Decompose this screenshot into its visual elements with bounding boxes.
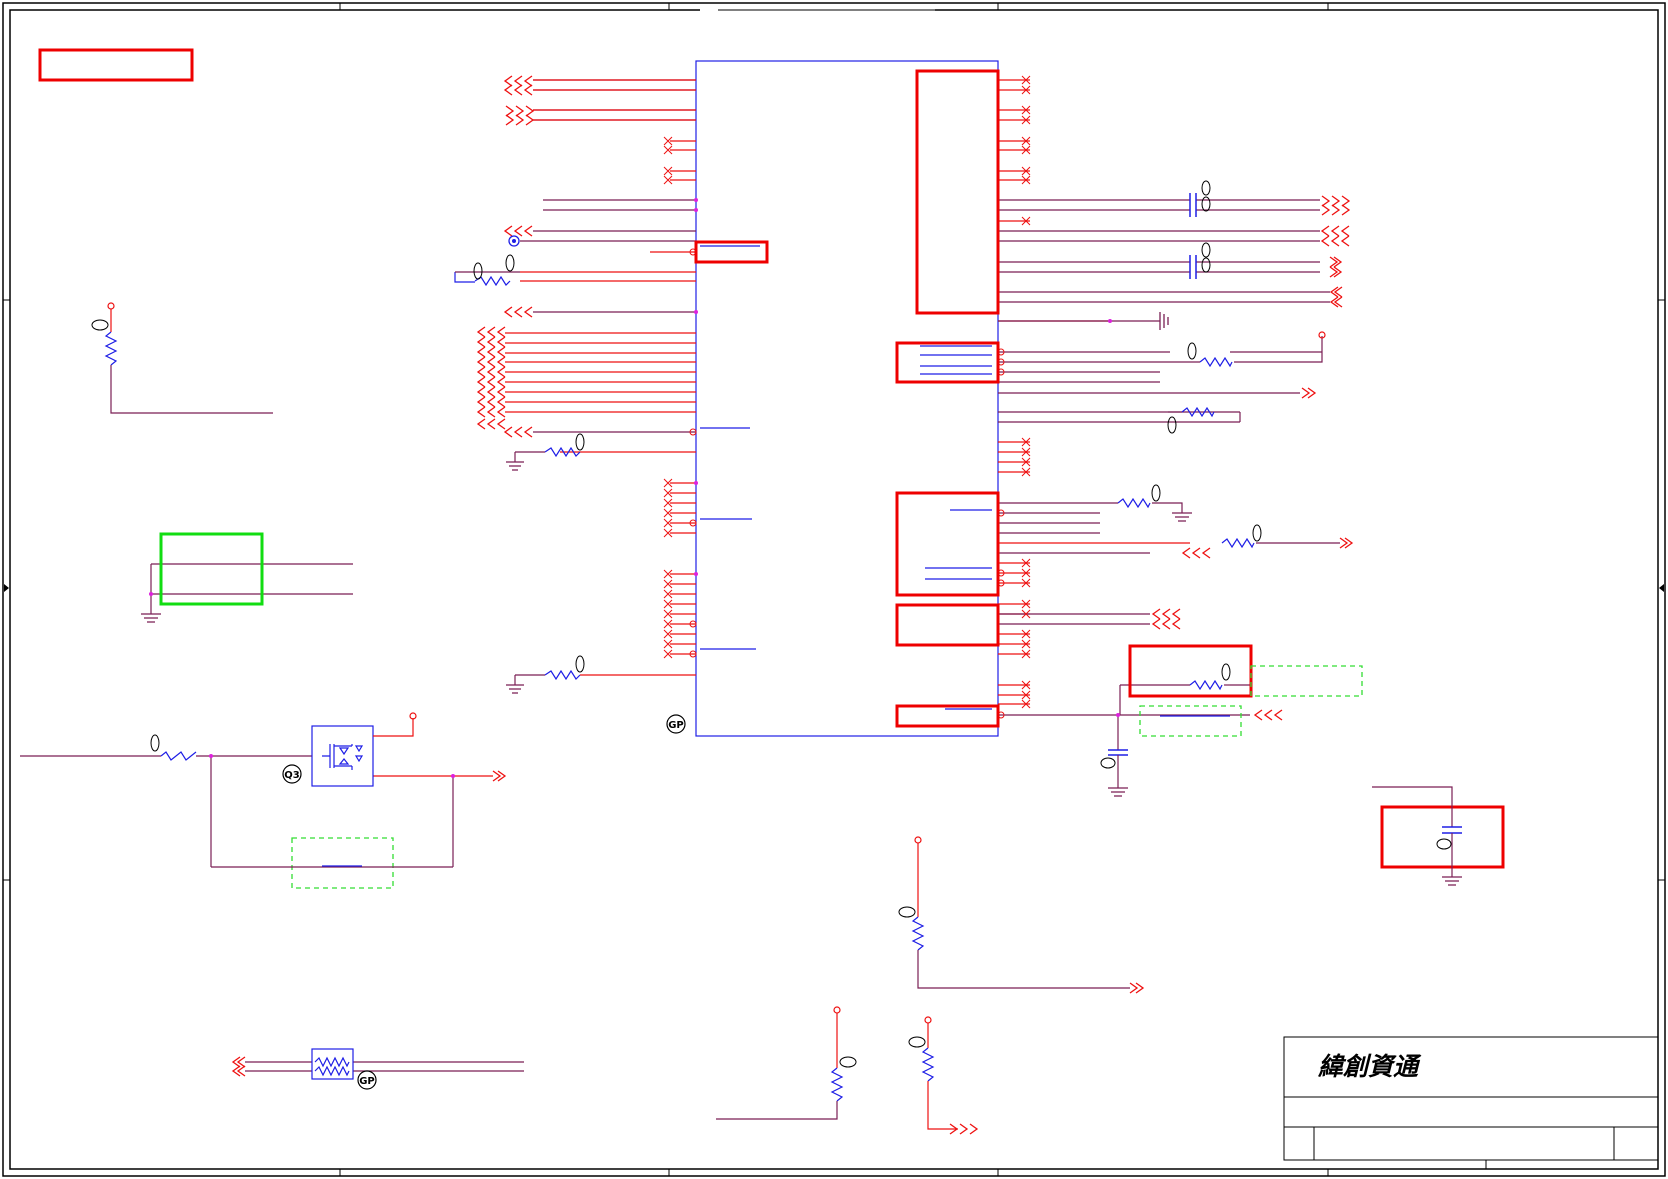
bottom-pullup-3	[908, 1016, 979, 1135]
transistor-tag: Q3	[282, 764, 302, 784]
left-pullup-resistor	[91, 302, 273, 414]
left-offpage-connectors	[476, 75, 535, 438]
ref-bubbles-right	[1151, 180, 1262, 681]
ic-pin-circles	[689, 248, 697, 658]
fuse-tag: GP	[357, 1070, 377, 1090]
right-resistor-nets	[1110, 336, 1340, 686]
junction-dot	[1108, 319, 1112, 323]
ic-left-wires	[505, 79, 696, 676]
right-resistors	[1117, 356, 1255, 691]
bottom-pullup-2	[716, 1006, 857, 1120]
main-ic-label: GP	[668, 720, 684, 731]
schematic-sheet: 緯創資通 GP Q3 GP	[0, 0, 1668, 1179]
main-ic-body	[695, 60, 999, 737]
right-offpage-connectors	[1151, 195, 1354, 721]
bottom-right-decoupling-cap	[1372, 786, 1462, 877]
bottom-right-cap	[1100, 713, 1128, 788]
zone-markers	[3, 3, 1665, 1176]
drawing-frame	[2, 2, 1666, 1177]
sheet-label-box	[38, 48, 194, 82]
ic-left-nc-marks	[663, 136, 673, 659]
highlight-red-boxes	[694, 69, 1505, 869]
company-logo: 緯創資通	[1317, 1052, 1422, 1081]
left-resistor-r2	[514, 446, 581, 462]
fuse-label: GP	[359, 1076, 375, 1087]
main-ic-internal-labels	[700, 245, 992, 710]
main-ic-tag: GP	[666, 714, 686, 734]
side-arrows	[4, 584, 1664, 592]
mosfet-switch-circuit	[20, 712, 507, 868]
left-green-block	[141, 532, 353, 623]
left-resistor-r3	[514, 669, 581, 685]
bottom-pullup-1	[898, 836, 1145, 994]
schematic-canvas: 緯創資通 GP Q3 GP	[2, 2, 1666, 1177]
left-test-point	[508, 235, 520, 247]
ic-right-nets	[998, 199, 1330, 716]
left-resistor-r1	[454, 271, 520, 287]
right-caps-top	[1189, 193, 1197, 279]
right-ground-symbols	[1108, 512, 1462, 886]
ic-right-wires	[998, 79, 1190, 705]
fuse-filter	[231, 1048, 524, 1080]
ic-left-nets	[520, 79, 696, 433]
chassis-ground-symbol	[998, 312, 1169, 330]
ref-bubbles-left	[473, 254, 585, 673]
left-ground-symbols	[506, 461, 524, 694]
transistor-label: Q3	[284, 770, 300, 781]
